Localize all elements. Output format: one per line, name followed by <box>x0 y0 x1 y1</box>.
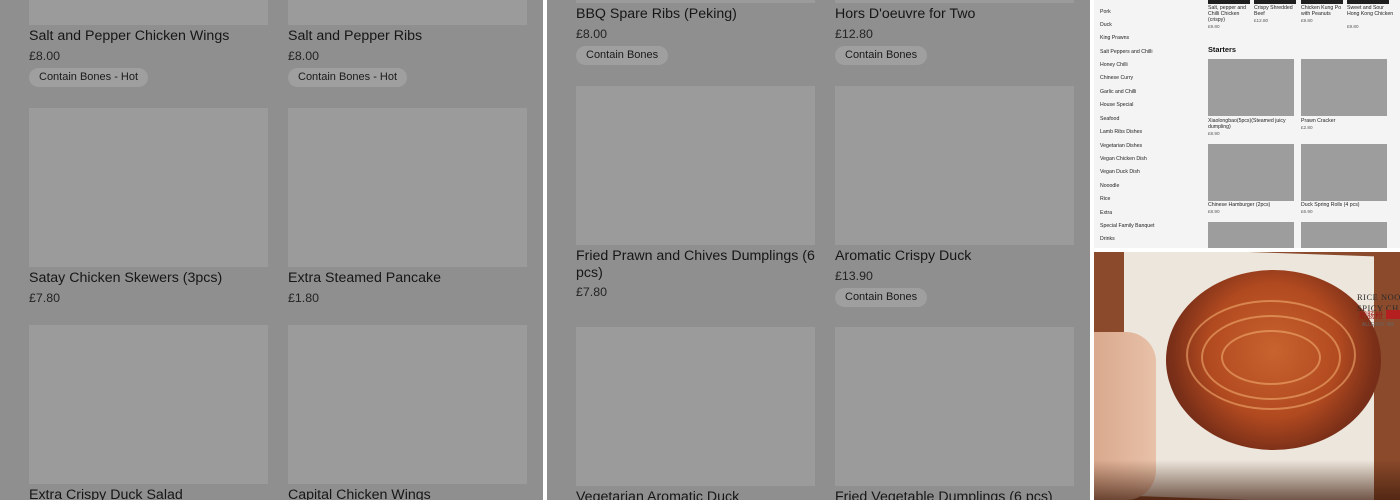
item-name: Aromatic Crispy Duck <box>835 248 972 264</box>
item-name: Salt and Pepper Ribs <box>288 28 423 44</box>
item-image <box>576 86 815 245</box>
category-link[interactable]: King Prawns <box>1100 35 1129 41</box>
item-name[interactable]: Chicken Kung Po with Peanuts <box>1301 5 1349 17</box>
category-link[interactable]: Vegetarian Dishes <box>1100 143 1142 149</box>
menu-photo: RICE NOO SPICY CH 肥肠粉 ALLERGY INF <box>1094 252 1400 500</box>
item-price: £2.80 <box>1301 125 1313 130</box>
item-price: £8.90 <box>1208 131 1220 136</box>
item-price: £13.90 <box>835 269 873 283</box>
item-price: £1.80 <box>288 291 320 305</box>
item-image <box>288 108 527 267</box>
item-name[interactable]: Salt, pepper and Chilli Chicken (crispy) <box>1208 5 1256 23</box>
category-link[interactable]: Salt Peppers and Chilli <box>1100 49 1152 55</box>
item-name: Extra Steamed Pancake <box>288 270 441 286</box>
item-image <box>835 0 1074 3</box>
item-price: £8.00 <box>576 27 608 41</box>
item-image[interactable] <box>1301 59 1387 116</box>
item-image[interactable] <box>1208 222 1294 248</box>
category-link[interactable]: Duck <box>1100 22 1112 28</box>
item-name: Fried Vegetable Dumplings (6 pcs) <box>835 489 1053 500</box>
category-link[interactable]: Chinese Curry <box>1100 75 1133 81</box>
item-image[interactable] <box>1301 144 1387 201</box>
item-name[interactable]: Duck Spring Rolls (4 pcs) <box>1301 202 1387 208</box>
item-name: Salt and Pepper Chicken Wings <box>29 28 230 44</box>
category-link[interactable]: Lamb Ribs Dishes <box>1100 129 1142 135</box>
price-badge <box>1386 310 1400 319</box>
item-price: £9.80 <box>1347 24 1359 29</box>
category-link[interactable]: Drinks <box>1100 236 1115 242</box>
item-name: Fried Prawn and Chives Dumplings (6 pcs) <box>576 248 815 281</box>
item-name: Satay Chicken Skewers (3pcs) <box>29 270 223 286</box>
item-name[interactable]: Sweet and Sour Hong Kong Chicken <box>1347 5 1395 17</box>
item-image <box>288 325 527 484</box>
item-image <box>576 0 815 3</box>
menu-panel-left: Salt and Pepper Chicken Wings £8.00 Cont… <box>0 0 543 500</box>
item-image <box>1254 0 1296 4</box>
item-price: £8.00 <box>29 49 61 63</box>
category-link[interactable]: Vegan Chicken Dish <box>1100 156 1147 162</box>
item-tag: Contain Bones - Hot <box>288 68 408 87</box>
table-surface <box>1094 460 1400 500</box>
item-image[interactable] <box>1301 222 1387 248</box>
noodle-dish-image <box>1166 270 1381 450</box>
item-name: Capital Chicken Wings <box>288 487 431 500</box>
category-link[interactable]: Extra <box>1100 210 1112 216</box>
item-name[interactable]: Prawn Cracker <box>1301 118 1387 124</box>
item-name: Hors D'oeuvre for Two <box>835 6 976 22</box>
category-link[interactable]: Honey Chilli <box>1100 62 1128 68</box>
item-name: BBQ Spare Ribs (Peking) <box>576 6 737 22</box>
item-price: £9.80 <box>1301 18 1313 23</box>
item-image <box>1347 0 1389 4</box>
category-link[interactable]: Seafood <box>1100 116 1119 122</box>
item-image[interactable] <box>1208 144 1294 201</box>
item-tag: Contain Bones <box>835 288 928 307</box>
item-tag: Contain Bones <box>576 46 669 65</box>
menu-dish-chinese-name: 肥肠粉 <box>1359 311 1383 320</box>
item-image <box>29 325 268 484</box>
item-image <box>1301 0 1343 4</box>
menu-overview-panel: Pork Duck King Prawns Salt Peppers and C… <box>1094 0 1400 248</box>
item-price: £7.80 <box>29 291 61 305</box>
category-link[interactable]: Vegan Duck Dish <box>1100 169 1140 175</box>
item-image[interactable] <box>1208 59 1294 116</box>
category-link[interactable]: Rice <box>1100 196 1110 202</box>
item-name[interactable]: Crispy Shredded Beef <box>1254 5 1302 17</box>
item-image <box>288 0 527 25</box>
item-price: £8.90 <box>1208 209 1220 214</box>
item-name[interactable]: Xiaolongbao(5pcs)(Steamed juicy dumpling… <box>1208 118 1294 130</box>
category-link[interactable]: Nooodle <box>1100 183 1119 189</box>
item-image <box>1208 0 1250 4</box>
item-name: Extra Crispy Duck Salad <box>29 487 183 500</box>
item-name[interactable]: Chinese Hamburger (2pcs) <box>1208 202 1294 208</box>
menu-panel-middle: BBQ Spare Ribs (Peking) £8.00 Contain Bo… <box>547 0 1090 500</box>
item-price: £7.80 <box>576 285 608 299</box>
item-tag: Contain Bones <box>835 46 928 65</box>
category-link[interactable]: Special Family Banquet <box>1100 223 1155 229</box>
item-image <box>29 0 268 25</box>
item-name: Vegetarian Aromatic Duck <box>576 489 740 500</box>
item-price: £8.00 <box>288 49 320 63</box>
category-link[interactable]: Pork <box>1100 9 1111 15</box>
category-link[interactable]: House Special <box>1100 102 1133 108</box>
item-image <box>835 327 1074 486</box>
item-image <box>29 108 268 267</box>
item-tag: Contain Bones - Hot <box>29 68 149 87</box>
item-price: £12.80 <box>835 27 873 41</box>
item-image <box>835 86 1074 245</box>
allergy-info-label: ALLERGY INF <box>1362 322 1395 328</box>
item-image <box>576 327 815 486</box>
category-link[interactable]: Garlic and Chilli <box>1100 89 1136 95</box>
section-title: Starters <box>1208 45 1236 54</box>
item-price: £12.80 <box>1254 18 1269 23</box>
item-price: £9.80 <box>1208 24 1220 29</box>
item-price: £6.90 <box>1301 209 1313 214</box>
